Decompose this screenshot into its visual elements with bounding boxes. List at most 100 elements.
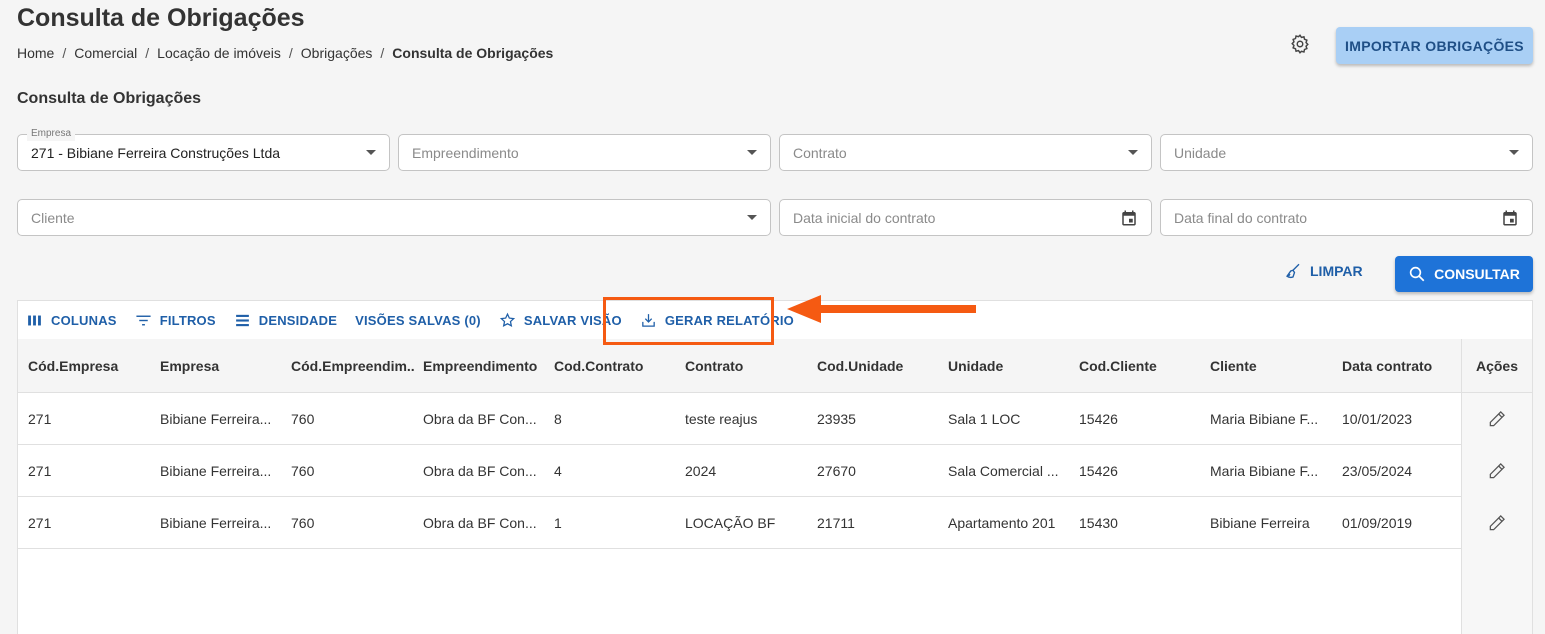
table-row[interactable]: 271 Bibiane Ferreira... 760 Obra da BF C… [18, 497, 1532, 549]
table-cell: 760 [291, 462, 315, 479]
table-cell: 8 [554, 410, 562, 427]
saved-views-button[interactable]: VISÕES SALVAS (0) [355, 313, 481, 328]
breadcrumb-separator: / [380, 45, 385, 61]
highlight-box [603, 297, 774, 345]
table-cell: Bibiane Ferreira... [160, 410, 272, 427]
empresa-value: 271 - Bibiane Ferreira Construções Ltda [31, 144, 281, 161]
unidade-placeholder: Unidade [1174, 144, 1227, 161]
table-cell: teste reajus [685, 410, 758, 427]
chevron-down-icon [747, 150, 757, 155]
table-cell: 271 [28, 462, 52, 479]
table-cell: Sala 1 LOC [948, 410, 1021, 427]
page-title: Consulta de Obrigações [17, 4, 305, 32]
table-cell: 23/05/2024 [1342, 462, 1413, 479]
breadcrumb-separator: / [288, 45, 293, 61]
chevron-down-icon [747, 215, 757, 220]
pencil-icon[interactable] [1487, 513, 1507, 533]
density-icon [235, 314, 249, 326]
cliente-placeholder: Cliente [31, 209, 75, 226]
empreendimento-select[interactable]: Empreendimento [398, 134, 771, 171]
data-inicial-placeholder: Data inicial do contrato [793, 209, 936, 226]
column-header[interactable]: Empreendimento [423, 339, 543, 392]
saved-views-label: VISÕES SALVAS (0) [355, 312, 481, 328]
breadcrumb-comercial[interactable]: Comercial [74, 45, 137, 61]
table-cell: 1 [554, 514, 562, 531]
breadcrumb-separator: / [145, 45, 150, 61]
table-row[interactable]: 271 Bibiane Ferreira... 760 Obra da BF C… [18, 393, 1532, 445]
unidade-select[interactable]: Unidade [1160, 134, 1533, 171]
data-final-placeholder: Data final do contrato [1174, 209, 1308, 226]
table-row[interactable]: 271 Bibiane Ferreira... 760 Obra da BF C… [18, 445, 1532, 497]
table-cell: 15430 [1079, 514, 1118, 531]
data-inicial-field[interactable]: Data inicial do contrato [779, 199, 1152, 236]
breadcrumb-home[interactable]: Home [17, 45, 54, 61]
filters-button[interactable]: FILTROS [135, 312, 216, 329]
search-icon [1409, 266, 1425, 282]
breadcrumb-obrigacoes[interactable]: Obrigações [301, 45, 373, 61]
filters-label: FILTROS [159, 312, 216, 328]
column-header[interactable]: Unidade [948, 339, 1068, 392]
chevron-down-icon [1509, 150, 1519, 155]
empreendimento-placeholder: Empreendimento [412, 144, 519, 161]
contrato-select[interactable]: Contrato [779, 134, 1152, 171]
table-cell: 760 [291, 514, 315, 531]
gear-icon[interactable] [1289, 33, 1311, 55]
table-cell: Sala Comercial ... [948, 462, 1059, 479]
search-label: CONSULTAR [1434, 266, 1520, 282]
search-button[interactable]: CONSULTAR [1395, 256, 1533, 292]
table-cell: Maria Bibiane F... [1210, 462, 1319, 479]
table-cell: Bibiane Ferreira... [160, 462, 272, 479]
columns-label: COLUNAS [51, 312, 117, 328]
calendar-icon[interactable] [1120, 209, 1138, 227]
pencil-icon[interactable] [1487, 409, 1507, 429]
cliente-select[interactable]: Cliente [17, 199, 771, 236]
table-cell: 271 [28, 410, 52, 427]
breadcrumb-separator: / [62, 45, 67, 61]
column-header[interactable]: Cliente [1210, 339, 1330, 392]
column-header[interactable]: Data contrato [1342, 339, 1457, 392]
annotation-arrow-icon [787, 295, 976, 323]
table-cell: Obra da BF Con... [423, 410, 537, 427]
table-cell: Bibiane Ferreira... [160, 514, 272, 531]
table-cell: Obra da BF Con... [423, 462, 537, 479]
table-cell: Obra da BF Con... [423, 514, 537, 531]
column-header[interactable]: Cod.Cliente [1079, 339, 1199, 392]
table-cell: 27670 [817, 462, 856, 479]
breadcrumb-locacao[interactable]: Locação de imóveis [157, 45, 281, 61]
breadcrumb-current: Consulta de Obrigações [392, 45, 554, 61]
table-cell: 15426 [1079, 462, 1118, 479]
table-cell: 4 [554, 462, 562, 479]
empresa-label: Empresa [27, 127, 76, 141]
column-header[interactable]: Cod.Unidade [817, 339, 937, 392]
density-label: DENSIDADE [258, 312, 338, 328]
data-final-field[interactable]: Data final do contrato [1160, 199, 1533, 236]
column-header[interactable]: Contrato [685, 339, 805, 392]
table-cell: 760 [291, 410, 315, 427]
table-cell: 21711 [817, 514, 855, 531]
clear-button[interactable]: LIMPAR [1284, 262, 1363, 280]
actions-header: Ações [1461, 339, 1532, 393]
table-cell: 23935 [817, 410, 856, 427]
columns-icon [28, 315, 41, 325]
column-header[interactable]: Cod.Contrato [554, 339, 674, 392]
empresa-select[interactable]: Empresa 271 - Bibiane Ferreira Construçõ… [17, 127, 390, 171]
column-header[interactable]: Cód.Empreendim... [291, 339, 415, 392]
column-header[interactable]: Cód.Empresa [28, 339, 148, 392]
table-cell: Maria Bibiane F... [1210, 410, 1319, 427]
table-cell: 01/09/2019 [1342, 514, 1413, 531]
data-grid: COLUNAS FILTROS DENSIDADE VISÕES SALVAS … [17, 300, 1533, 634]
calendar-icon[interactable] [1501, 209, 1519, 227]
clear-label: LIMPAR [1310, 263, 1363, 279]
import-obligations-button[interactable]: IMPORTAR OBRIGAÇÕES [1336, 27, 1533, 64]
chevron-down-icon [1128, 150, 1138, 155]
chevron-down-icon [366, 150, 376, 155]
column-header[interactable]: Empresa [160, 339, 280, 392]
columns-button[interactable]: COLUNAS [26, 312, 117, 329]
breadcrumb: Home / Comercial / Locação de imóveis / … [17, 45, 553, 61]
star-icon [499, 312, 515, 327]
pencil-icon[interactable] [1487, 461, 1507, 481]
table-header: Cód.Empresa Empresa Cód.Empreendim... Em… [18, 339, 1532, 393]
density-button[interactable]: DENSIDADE [234, 312, 337, 329]
table-cell: 15426 [1079, 410, 1118, 427]
table-cell: LOCAÇÃO BF [685, 514, 776, 531]
